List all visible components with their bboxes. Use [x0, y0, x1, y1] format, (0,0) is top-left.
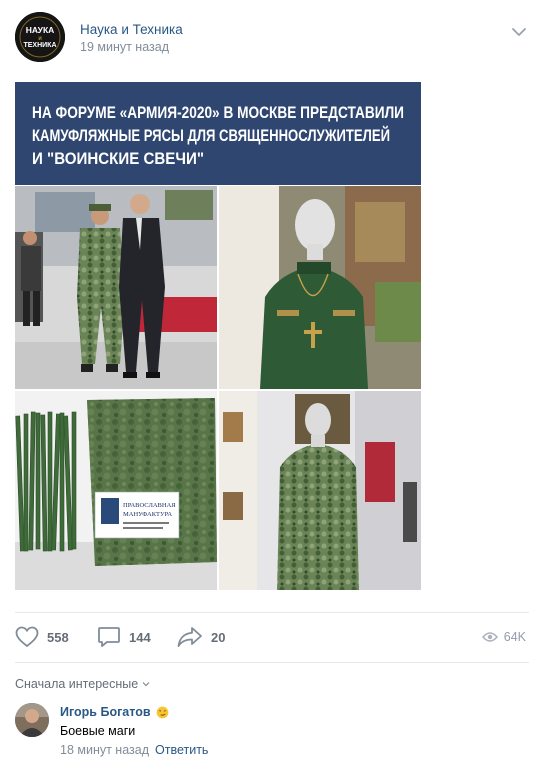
reply-button[interactable]: Ответить: [155, 743, 208, 757]
comments-count: 144: [129, 629, 151, 645]
headline-line-2: КАМУФЛЯЖНЫЕ РЯСЫ ДЛЯ СВЯЩЕННОСЛУЖИТЕЛЕЙ: [32, 126, 390, 145]
likes-count: 558: [47, 629, 69, 645]
views-counter: 64K: [481, 626, 526, 648]
photo-mannequin-cross: [219, 186, 421, 389]
comments-sort-dropdown[interactable]: Сначала интересные: [15, 677, 150, 691]
logo-text-top: НАУКА: [26, 25, 55, 35]
headline-line-1: НА ФОРУМЕ «АРМИЯ-2020» В МОСКВЕ ПРЕДСТАВ…: [32, 104, 404, 122]
community-avatar[interactable]: НАУКА и ТЕХНИКА: [15, 12, 65, 62]
comment-avatar[interactable]: [15, 703, 49, 737]
like-button[interactable]: 558: [15, 626, 69, 648]
share-arrow-icon: [177, 627, 202, 647]
label-line-1: ПРАВОСЛАВНАЯ: [123, 502, 176, 509]
photo-forum-men: [15, 186, 217, 389]
smirk-emoji-icon: [156, 706, 168, 718]
post-divider: [15, 612, 529, 613]
comment-button[interactable]: 144: [97, 626, 151, 648]
post-author[interactable]: Наука и Техника: [80, 22, 183, 37]
comment-author-name: Игорь Богатов: [60, 705, 151, 719]
post-actions: 558 144 20 64K: [15, 620, 529, 654]
comments-divider: [15, 662, 529, 663]
logo-text-bottom: ТЕХНИКА: [23, 42, 56, 49]
community-logo: НАУКА и ТЕХНИКА: [15, 12, 65, 62]
comment-author[interactable]: Игорь Богатов: [60, 705, 169, 719]
share-button[interactable]: 20: [177, 626, 225, 648]
comment-meta: 18 минут назад Ответить: [60, 743, 208, 757]
chevron-down-icon: [142, 682, 150, 687]
comment-icon: [98, 627, 120, 647]
post-image[interactable]: НА ФОРУМЕ «АРМИЯ-2020» В МОСКВЕ ПРЕДСТАВ…: [15, 82, 421, 590]
headline-line-3: И "ВОИНСКИЕ СВЕЧИ": [32, 150, 204, 168]
label-line-2: МАНУФАКТУРА: [123, 511, 172, 518]
sort-label: Сначала интересные: [15, 677, 139, 691]
shares-count: 20: [211, 629, 226, 645]
eye-icon: [481, 632, 498, 642]
views-count: 64K: [503, 630, 526, 644]
post-header: НАУКА и ТЕХНИКА Наука и Техника 19 минут…: [15, 12, 529, 64]
comment-text: Боевые маги: [60, 724, 136, 738]
post-time[interactable]: 19 минут назад: [80, 40, 169, 54]
chevron-down-icon[interactable]: [509, 22, 529, 42]
heart-icon: [15, 626, 39, 648]
comment-time[interactable]: 18 минут назад: [60, 743, 149, 757]
photo-candles: ПРАВОСЛАВНАЯ МАНУФАКТУРА: [15, 391, 217, 590]
photo-mannequin-camo: [219, 391, 421, 590]
